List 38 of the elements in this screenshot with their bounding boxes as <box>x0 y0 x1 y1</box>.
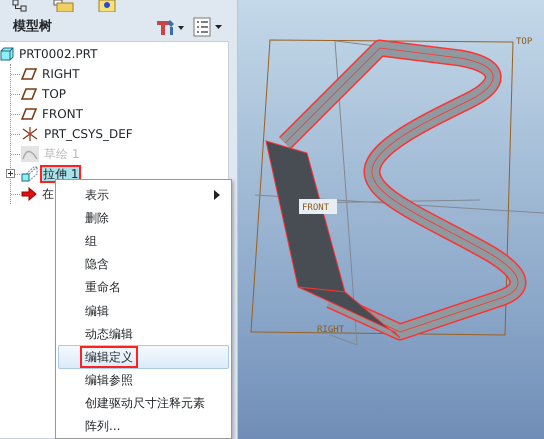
tree-item[interactable]: FRONT <box>40 105 85 123</box>
tree-item[interactable]: PRT_CSYS_DEF <box>42 125 135 143</box>
menu-item[interactable]: 组 <box>58 229 229 253</box>
expand-icon[interactable] <box>6 169 15 178</box>
panel-title: 模型树 <box>13 18 52 36</box>
plane-icon <box>21 107 37 121</box>
highlight-frame: 编辑定义 <box>80 346 138 368</box>
extrude-icon <box>21 166 39 182</box>
menu-item[interactable]: 编辑定义 <box>58 345 229 368</box>
label-background <box>299 199 337 214</box>
model-viewport[interactable]: TOP FRONT RIGHT <box>238 0 544 439</box>
menu-item[interactable]: 阵列... <box>58 414 229 438</box>
menu-item[interactable]: 隐含 <box>58 252 229 276</box>
tree-item[interactable]: PRT0002.PRT <box>17 45 100 63</box>
tree-item[interactable]: RIGHT <box>40 65 82 83</box>
part-icon <box>0 47 14 61</box>
sketch-icon <box>21 146 39 162</box>
datum-label: TOP <box>516 37 532 47</box>
tree-item[interactable]: 在 <box>40 185 56 203</box>
list-icon[interactable] <box>193 17 225 37</box>
settings-icon[interactable] <box>155 18 185 36</box>
menu-item[interactable]: 删除 <box>58 206 229 230</box>
datum-label: RIGHT <box>317 325 344 335</box>
star-tab-icon[interactable] <box>98 0 116 12</box>
plane-icon <box>21 67 37 81</box>
menu-item[interactable]: 编辑参照 <box>58 368 229 392</box>
coordinate-system-icon <box>21 126 39 142</box>
tree-item[interactable]: TOP <box>40 85 68 103</box>
menu-item[interactable]: 创建驱动尺寸注释元素 <box>58 392 229 415</box>
menu-item[interactable]: 编辑 <box>58 298 229 322</box>
menu-item[interactable]: 重命名 <box>58 276 229 299</box>
menu-item[interactable]: 动态编辑 <box>58 322 229 346</box>
menu-item[interactable]: 表示 <box>58 183 229 206</box>
datum-label: FRONT <box>302 203 330 213</box>
plane-icon <box>21 87 37 101</box>
arrow-icon <box>21 187 37 201</box>
submenu-arrow-icon <box>214 190 220 200</box>
tree-tab-icon[interactable] <box>12 0 28 12</box>
